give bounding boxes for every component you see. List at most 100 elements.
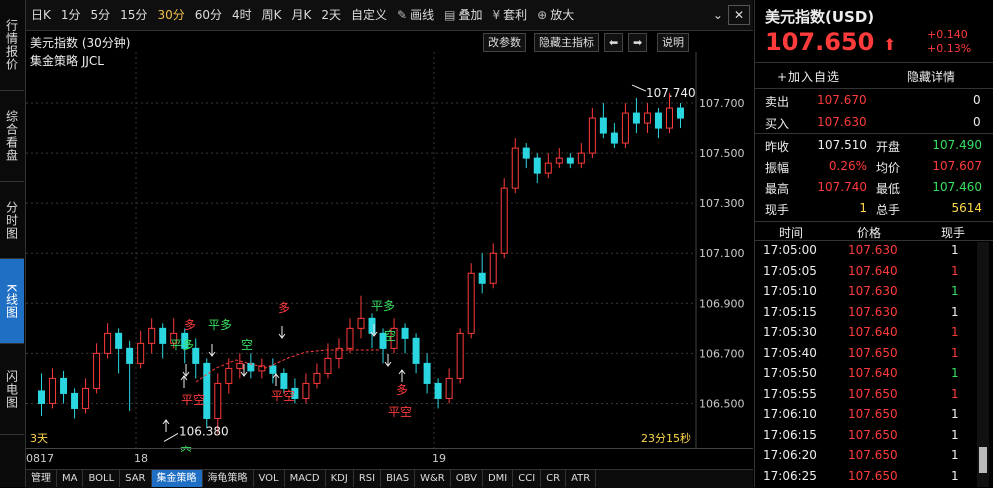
add-watchlist-button[interactable]: +加入自选 — [777, 68, 840, 85]
candle-body — [610, 132, 618, 144]
period-15m[interactable]: 15分 — [115, 0, 152, 30]
min-pointer — [163, 433, 179, 442]
indicator-tab[interactable]: CCI — [513, 470, 542, 487]
indicator-tab[interactable]: KDJ — [326, 470, 354, 487]
candlestick-chart: 106.500 106.700 106.900 107.100 107.300 107.5… — [26, 52, 745, 452]
max-pointer — [631, 84, 647, 92]
trade-price: 107.650 — [848, 468, 898, 483]
candle-body — [500, 187, 508, 254]
chevron-down-icon[interactable]: ⌄ — [708, 0, 728, 30]
signal-label: 平多 — [371, 299, 395, 313]
indicator-tab[interactable]: MACD — [285, 470, 326, 487]
nav-timeline[interactable]: 分时图 — [0, 182, 24, 259]
trade-volume: 1 — [951, 263, 959, 278]
stat-value: 1 — [859, 201, 867, 215]
indicator-tab[interactable]: 海龟策略 — [203, 470, 254, 487]
sell-price: 107.670 — [817, 93, 867, 107]
trade-header-time: 时间 — [779, 226, 804, 240]
candle-body — [412, 337, 420, 364]
trade-price: 107.640 — [848, 263, 898, 278]
x-label-18: 18 — [134, 452, 148, 465]
candle-body — [159, 327, 167, 344]
indicator-tab[interactable]: ATR — [566, 470, 597, 487]
indicator-tab[interactable]: 管理 — [26, 470, 57, 487]
period-4h[interactable]: 4时 — [227, 0, 257, 30]
period-5m[interactable]: 5分 — [86, 0, 116, 30]
trade-volume: 1 — [951, 427, 959, 442]
indicator-tab[interactable]: 集金策略 — [151, 470, 203, 487]
price-change: +0.140 — [927, 28, 968, 41]
indicator-tab[interactable]: VOL — [254, 470, 285, 487]
quote-panel: 美元指数(USD) 107.650 ⬆ +0.140 +0.13% +加入自选 … — [754, 0, 993, 487]
overlay-button[interactable]: ▤ 叠加 — [439, 0, 487, 30]
trade-time: 17:05:40 — [763, 345, 817, 360]
indicator-tab[interactable]: OBV — [451, 470, 483, 487]
arbitrage-button[interactable]: ¥ 套利 — [487, 0, 532, 30]
trade-header-volume: 现手 — [941, 226, 966, 240]
candle-body — [621, 112, 629, 144]
indicator-tab[interactable]: MA — [57, 470, 84, 487]
arrow-right-icon[interactable]: ➡ — [628, 33, 648, 52]
candle-body — [60, 377, 68, 394]
period-weekly[interactable]: 周K — [257, 0, 287, 30]
x-label-0817: 0817 — [26, 452, 54, 465]
stat-label: 最高 — [765, 182, 790, 196]
period-1m[interactable]: 1分 — [56, 0, 86, 30]
indicator-tab[interactable]: CR — [541, 470, 567, 487]
zoom-button[interactable]: ⊕ 放大 — [532, 0, 579, 30]
close-icon[interactable]: ✕ — [727, 5, 750, 25]
period-2d[interactable]: 2天 — [316, 0, 346, 30]
nav-flash[interactable]: 闪电图 — [0, 344, 24, 435]
indicator-tab[interactable]: SAR — [120, 470, 152, 487]
help-button[interactable]: 说明 — [657, 33, 689, 52]
indicator-tab[interactable]: DMI — [483, 470, 514, 487]
candle-body — [269, 365, 277, 374]
candle-body — [632, 112, 640, 124]
trade-volume: 1 — [951, 407, 959, 421]
x-axis-line — [26, 448, 753, 449]
candle-body — [82, 387, 90, 409]
period-daily[interactable]: 日K — [26, 0, 56, 30]
trade-scrollbar[interactable] — [977, 242, 989, 487]
max-price-label: 107.740 — [646, 86, 696, 100]
x-label-19: 19 — [432, 452, 446, 465]
period-30m[interactable]: 30分 — [152, 0, 189, 30]
indicator-tab[interactable]: BIAS — [381, 470, 416, 487]
draw-line-button[interactable]: ✎ 画线 — [392, 0, 439, 30]
min-price-label: 106.380 — [179, 424, 229, 438]
hide-main-indicator-button[interactable]: 隐藏主指标 — [534, 33, 599, 52]
trade-price: 107.640 — [848, 366, 898, 380]
candle-body — [654, 112, 662, 129]
signal-label: 平空 — [388, 405, 412, 419]
trade-time: 17:06:25 — [763, 468, 817, 483]
hide-detail-button[interactable]: 隐藏详情 — [907, 68, 955, 85]
trade-time: 17:05:55 — [763, 386, 817, 401]
stat-label: 振幅 — [765, 161, 790, 175]
candle-body — [544, 162, 552, 174]
period-monthly[interactable]: 月K — [287, 0, 317, 30]
indicator-tab[interactable]: W&R — [415, 470, 451, 487]
chart-header: 美元指数 (30分钟) 集金策略 JJCL 改参数 隐藏主指标 ⬅ ➡ 说明 — [26, 31, 753, 68]
chart-area[interactable]: 106.500 106.700 106.900 107.100 107.300 107.5… — [26, 52, 753, 452]
trade-volume: 1 — [951, 366, 959, 380]
indicator-tab[interactable]: BOLL — [83, 470, 121, 487]
trail-line — [195, 349, 381, 383]
stat-value: 107.740 — [817, 180, 867, 194]
period-60m[interactable]: 60分 — [190, 0, 227, 30]
edit-params-button[interactable]: 改参数 — [483, 33, 526, 52]
nav-overview[interactable]: 综合看盘 — [0, 91, 24, 182]
candle-body — [467, 272, 475, 334]
nav-kline[interactable]: K线图 — [0, 259, 24, 344]
indicator-tab[interactable]: RSI — [354, 470, 382, 487]
period-custom[interactable]: 自定义 — [346, 0, 392, 30]
trade-price: 107.650 — [848, 427, 898, 442]
candle-body — [324, 357, 332, 374]
candle-body — [203, 362, 211, 419]
arrow-left-icon[interactable]: ⬅ — [604, 33, 624, 52]
candle-body — [434, 382, 442, 399]
stat-label: 均价 — [876, 161, 901, 175]
trade-volume: 1 — [951, 468, 959, 483]
stat-value: 107.490 — [932, 138, 982, 152]
nav-quotes[interactable]: 行情报价 — [0, 0, 24, 91]
candle-body — [522, 147, 530, 159]
